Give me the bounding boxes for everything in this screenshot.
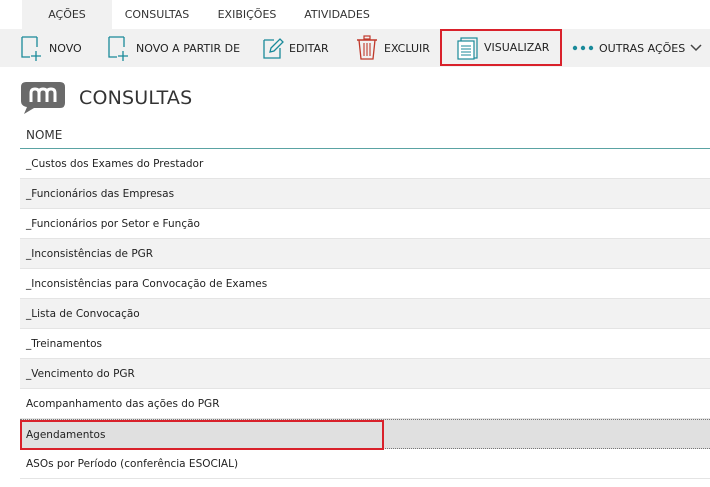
list-item[interactable]: _Funcionários das Empresas (20, 179, 710, 209)
novo-a-partir-de-button[interactable]: NOVO A PARTIR DE (107, 29, 240, 67)
edit-pencil-icon (262, 36, 284, 60)
list-item[interactable]: _Inconsistências de PGR (20, 239, 710, 269)
tab-consultas[interactable]: CONSULTAS (112, 0, 202, 29)
visualizar-label: VISUALIZAR (484, 41, 550, 54)
novo-a-partir-de-label: NOVO A PARTIR DE (136, 41, 241, 55)
list-item[interactable]: _Inconsistências para Convocação de Exam… (20, 269, 710, 299)
tab-bar: AÇÕES CONSULTAS EXIBIÇÕES ATIVIDADES (0, 0, 710, 29)
outras-acoes-label: OUTRAS AÇÕES (599, 41, 686, 55)
chevron-down-icon (690, 44, 702, 52)
tab-acoes[interactable]: AÇÕES (22, 0, 112, 29)
more-dots-icon (572, 44, 594, 52)
excluir-label: EXCLUIR (384, 41, 430, 55)
action-toolbar: NOVO NOVO A PARTIR DE EDITAR EXCLUIR VIS… (0, 29, 710, 67)
novo-button[interactable]: NOVO (20, 29, 82, 67)
list-item-selected[interactable]: Agendamentos (20, 419, 710, 450)
excluir-button[interactable]: EXCLUIR (355, 29, 430, 67)
trash-icon (355, 35, 379, 61)
tab-atividades[interactable]: ATIVIDADES (292, 0, 382, 29)
visualizar-button[interactable]: VISUALIZAR (440, 29, 562, 66)
list-item[interactable]: Acompanhamento das ações do PGR (20, 389, 710, 419)
outras-acoes-button[interactable]: OUTRAS AÇÕES (572, 29, 702, 67)
page-title: CONSULTAS (79, 87, 193, 109)
list-item[interactable]: _Custos dos Exames do Prestador (20, 149, 710, 179)
list-item-label: Agendamentos (26, 429, 106, 441)
list-item[interactable]: _Funcionários por Setor e Função (20, 209, 710, 239)
list-item[interactable]: _Vencimento do PGR (20, 359, 710, 389)
list-item[interactable]: ASOs por Período (conferência ESOCIAL) (20, 449, 710, 479)
column-header-nome[interactable]: NOME (20, 125, 710, 149)
app-logo (20, 81, 66, 115)
new-document-icon (20, 35, 44, 61)
consultas-list: _Custos dos Exames do Prestador _Funcion… (20, 149, 710, 479)
editar-label: EDITAR (289, 41, 329, 55)
list-item[interactable]: _Lista de Convocação (20, 299, 710, 329)
novo-label: NOVO (49, 41, 82, 55)
tab-exibicoes[interactable]: EXIBIÇÕES (202, 0, 292, 29)
new-from-icon (107, 35, 131, 61)
list-item[interactable]: _Treinamentos (20, 329, 710, 359)
view-list-icon (457, 36, 479, 60)
editar-button[interactable]: EDITAR (262, 29, 329, 67)
